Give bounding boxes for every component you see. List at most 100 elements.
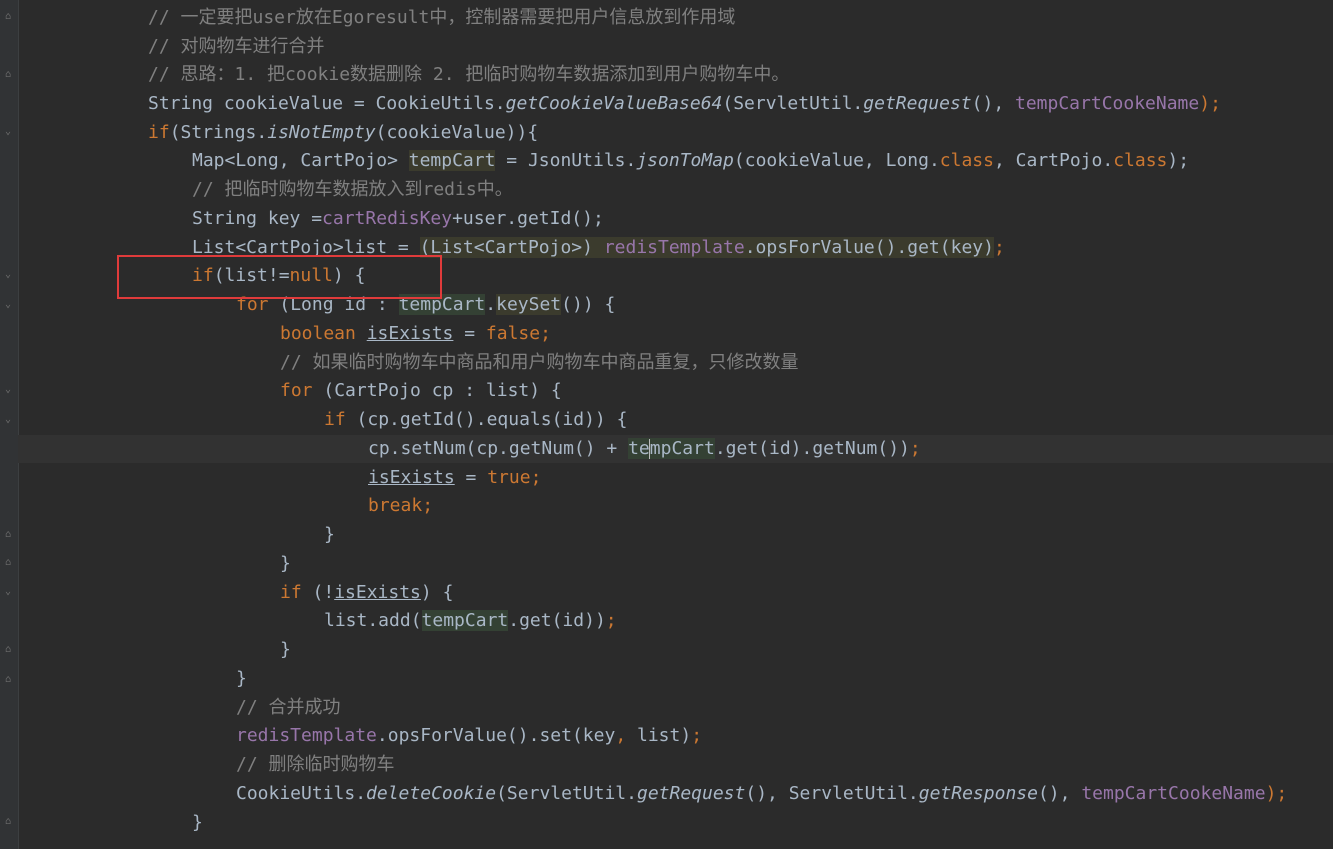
code-token: ;	[605, 610, 617, 631]
code-token: =	[453, 323, 486, 344]
code-line[interactable]: // 合并成功	[236, 694, 341, 722]
code-comment: // 把临时购物车数据放入到redis中。	[192, 179, 513, 200]
fold-icon[interactable]: ⌂	[3, 558, 13, 568]
fold-icon[interactable]: ⌄	[3, 127, 13, 137]
code-field: cartRedisKey	[322, 208, 453, 229]
code-method: getRequest	[863, 93, 972, 114]
code-token: (),	[1037, 783, 1082, 804]
code-line[interactable]: // 删除临时购物车	[236, 751, 395, 779]
code-field: tempCartCookeName	[1081, 783, 1266, 804]
editor-gutter: ⌂ ⌂ ⌄ ⌄ ⌄ ⌄ ⌄ ⌂ ⌂ ⌄ ⌂ ⌂ ⌂	[0, 0, 19, 849]
code-line[interactable]: list.add(tempCart.get(id));	[324, 607, 617, 635]
code-line[interactable]: redisTemplate.opsForValue().set(key, lis…	[236, 722, 702, 750]
fold-icon[interactable]: ⌂	[3, 70, 13, 80]
code-method: getRequest	[636, 783, 746, 804]
code-editor[interactable]: ⌂ ⌂ ⌄ ⌄ ⌄ ⌄ ⌄ ⌂ ⌂ ⌄ ⌂ ⌂ ⌂ // 一定要把user放在E…	[0, 0, 1333, 849]
code-token: String cookieValue = CookieUtils.	[148, 93, 506, 114]
code-token: ()) {	[561, 294, 616, 315]
code-token: ;	[530, 467, 542, 488]
code-keyword: for	[280, 380, 313, 401]
code-token: .get(id))	[508, 610, 606, 631]
fold-icon[interactable]: ⌄	[3, 587, 13, 597]
code-token: );	[1265, 783, 1288, 804]
code-line[interactable]: boolean isExists = false;	[280, 320, 551, 348]
code-keyword: if	[280, 582, 302, 603]
code-line[interactable]: break;	[368, 492, 433, 520]
code-line[interactable]: // 把临时购物车数据放入到redis中。	[192, 176, 513, 204]
fold-icon[interactable]: ⌄	[3, 270, 13, 280]
code-comment: // 一定要把user放在Egoresult中，控制器需要把用户信息放到作用域	[148, 7, 736, 28]
code-token: ;	[540, 323, 551, 344]
code-token: }	[236, 668, 247, 689]
code-token: .opsForValue().set(key	[376, 725, 616, 746]
code-line[interactable]: }	[280, 550, 291, 578]
code-variable: isExists	[334, 582, 421, 603]
code-keyword: if	[148, 122, 170, 143]
code-variable-highlight: tempCart	[408, 150, 496, 171]
code-method: deleteCookie	[366, 783, 497, 804]
code-comment: // 对购物车进行合并	[148, 36, 325, 57]
code-line[interactable]: String key =cartRedisKey+user.getId();	[192, 205, 604, 233]
fold-icon[interactable]: ⌂	[3, 675, 13, 685]
code-line[interactable]: // 思路：1. 把cookie数据删除 2. 把临时购物车数据添加到用户购物车…	[148, 61, 789, 89]
fold-icon[interactable]: ⌄	[3, 300, 13, 310]
code-token: .opsForValue().get(key)	[744, 237, 994, 258]
code-line[interactable]: for (CartPojo cp : list) {	[280, 377, 562, 405]
code-token: (!	[301, 582, 335, 603]
code-line[interactable]: String cookieValue = CookieUtils.getCook…	[148, 90, 1221, 118]
code-field: redisTemplate	[603, 237, 745, 258]
code-token: ;	[691, 725, 703, 746]
code-cast: (List<CartPojo>)	[419, 237, 604, 258]
code-field: redisTemplate	[236, 725, 377, 746]
code-method: isNotEmpty	[267, 122, 376, 143]
code-token: ) {	[420, 582, 454, 603]
fold-icon[interactable]: ⌂	[3, 12, 13, 22]
code-line[interactable]: CookieUtils.deleteCookie(ServletUtil.get…	[236, 780, 1287, 808]
code-token: (CartPojo cp : list) {	[312, 380, 562, 401]
code-token: cp.setNum(cp.getNum() +	[368, 438, 629, 459]
code-keyword: if	[324, 409, 346, 430]
fold-icon[interactable]: ⌄	[3, 385, 13, 395]
code-line[interactable]: }	[324, 521, 335, 549]
code-token: ;	[993, 237, 1005, 258]
code-keyword: class	[939, 150, 994, 171]
code-line[interactable]: // 如果临时购物车中商品和用户购物车中商品重复，只修改数量	[280, 349, 799, 377]
fold-icon[interactable]: ⌂	[3, 645, 13, 655]
code-keyword: true	[487, 467, 531, 488]
code-token: }	[324, 524, 335, 545]
code-line[interactable]: // 对购物车进行合并	[148, 33, 325, 61]
red-annotation-box	[117, 255, 442, 299]
code-keyword: class	[1113, 150, 1168, 171]
code-token: (cp.getId().equals(id)) {	[345, 409, 628, 430]
fold-icon[interactable]: ⌂	[3, 817, 13, 827]
code-line[interactable]: isExists = true;	[368, 464, 541, 492]
code-token: ,	[615, 725, 637, 746]
code-token: +user.getId();	[452, 208, 604, 229]
code-variable: isExists	[368, 467, 455, 488]
code-token: ;	[909, 438, 921, 459]
code-method: getResponse	[918, 783, 1038, 804]
code-method-highlight: keySet	[496, 294, 562, 315]
fold-icon[interactable]: ⌄	[3, 415, 13, 425]
code-line[interactable]: if(Strings.isNotEmpty(cookieValue)){	[148, 119, 538, 147]
code-line[interactable]: if (!isExists) {	[280, 579, 453, 607]
code-line[interactable]: }	[192, 809, 203, 837]
code-variable: isExists	[366, 323, 454, 344]
code-line[interactable]: }	[280, 636, 291, 664]
code-token: Map<Long, CartPojo>	[192, 150, 409, 171]
code-token: .	[485, 294, 497, 315]
code-comment: // 合并成功	[236, 697, 341, 718]
code-keyword: break	[368, 495, 423, 516]
code-token: (Strings.	[169, 122, 268, 143]
code-line[interactable]: }	[236, 665, 247, 693]
code-variable-highlight: mpCart	[649, 438, 715, 459]
code-token: (cookieValue, Long.	[733, 150, 940, 171]
code-token: ;	[422, 495, 434, 516]
code-comment: // 如果临时购物车中商品和用户购物车中商品重复，只修改数量	[280, 352, 799, 373]
code-token: list)	[637, 725, 692, 746]
code-line[interactable]: // 一定要把user放在Egoresult中，控制器需要把用户信息放到作用域	[148, 4, 735, 32]
code-line[interactable]: if (cp.getId().equals(id)) {	[324, 406, 627, 434]
fold-icon[interactable]: ⌂	[3, 530, 13, 540]
code-line[interactable]: cp.setNum(cp.getNum() + tempCart.get(id)…	[368, 435, 921, 463]
code-line[interactable]: Map<Long, CartPojo> tempCart = JsonUtils…	[192, 147, 1189, 175]
